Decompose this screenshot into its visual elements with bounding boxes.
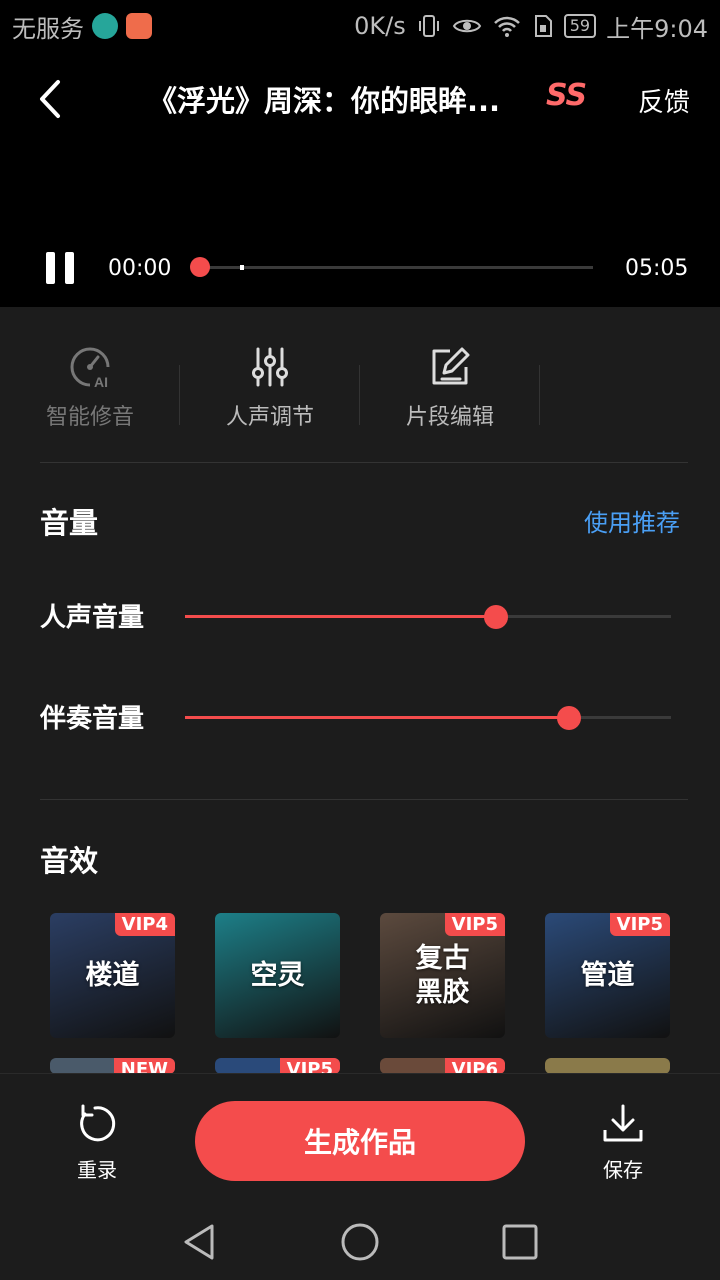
effects-title: 音效 bbox=[40, 844, 99, 878]
tool-vocal-adjust[interactable]: 人声调节 bbox=[180, 345, 360, 435]
generate-work-button[interactable]: 生成作品 bbox=[195, 1101, 525, 1181]
carrier-text: 无服务 bbox=[12, 14, 84, 43]
wifi-icon bbox=[493, 16, 520, 37]
tool-label: 片段编辑 bbox=[405, 405, 494, 430]
clock: 上午9:04 bbox=[606, 14, 708, 43]
equalizer-icon bbox=[252, 347, 288, 387]
effect-tile[interactable]: VIP6 bbox=[380, 1058, 505, 1074]
volume-title: 音量 bbox=[40, 506, 99, 540]
download-icon bbox=[603, 1104, 643, 1142]
vocal-volume-track[interactable] bbox=[185, 605, 671, 629]
pause-button[interactable] bbox=[46, 252, 74, 284]
effect-tile[interactable]: 楼道 VIP4 bbox=[50, 913, 175, 1038]
svg-text:AI: AI bbox=[94, 374, 108, 389]
top-header: 《浮光》周深：你的眼眸... SS 反馈 bbox=[0, 52, 720, 147]
status-bar: 无服务 0K/s 59 上午9:04 bbox=[0, 0, 720, 52]
nav-back-icon[interactable] bbox=[180, 1222, 220, 1262]
effect-tile[interactable] bbox=[545, 1058, 670, 1074]
refresh-icon bbox=[80, 1104, 116, 1142]
audio-player: 00:00 05:05 bbox=[0, 240, 720, 306]
progress-buffer bbox=[240, 265, 244, 270]
vocal-volume-slider: 人声音量 bbox=[40, 595, 680, 635]
ss-badge: SS bbox=[546, 78, 587, 113]
accompaniment-volume-fill bbox=[185, 716, 569, 719]
tool-clip-edit[interactable]: 片段编辑 bbox=[360, 345, 540, 435]
new-badge: NEW bbox=[113, 1058, 175, 1074]
rerecord-button[interactable]: 重录 bbox=[52, 1102, 142, 1183]
app-notification-icon bbox=[92, 13, 118, 39]
eye-icon bbox=[452, 19, 481, 33]
battery-indicator: 59 bbox=[563, 14, 597, 38]
total-time: 05:05 bbox=[625, 256, 689, 281]
vip-badge: VIP5 bbox=[444, 913, 505, 936]
vocal-volume-thumb[interactable] bbox=[484, 605, 509, 629]
vip-badge: VIP6 bbox=[444, 1058, 505, 1074]
effect-name: 空灵 bbox=[250, 959, 305, 991]
progress-track[interactable] bbox=[190, 257, 593, 277]
save-label: 保存 bbox=[603, 1158, 643, 1182]
use-recommended-button[interactable]: 使用推荐 bbox=[584, 503, 680, 538]
tool-tabs: AI 智能修音 人声调节 片段编辑 bbox=[0, 345, 720, 435]
accompaniment-volume-track[interactable] bbox=[185, 706, 671, 730]
divider bbox=[40, 462, 688, 463]
effect-tile[interactable]: NEW bbox=[50, 1058, 175, 1074]
edit-icon bbox=[432, 347, 470, 385]
tool-separator bbox=[539, 365, 540, 425]
nav-home-icon[interactable] bbox=[340, 1222, 380, 1262]
feedback-button[interactable]: 反馈 bbox=[638, 82, 690, 119]
accompaniment-volume-label: 伴奏音量 bbox=[40, 704, 145, 734]
tool-ai-tune[interactable]: AI 智能修音 bbox=[0, 345, 180, 435]
accompaniment-volume-slider: 伴奏音量 bbox=[40, 696, 680, 736]
tool-label: 人声调节 bbox=[225, 405, 314, 430]
bottom-action-bar: 重录 生成作品 保存 bbox=[0, 1073, 720, 1198]
effect-tile[interactable]: 管道 VIP5 bbox=[545, 913, 670, 1038]
effect-tile[interactable]: VIP5 bbox=[215, 1058, 340, 1074]
vip-badge: VIP5 bbox=[609, 913, 670, 936]
rerecord-label: 重录 bbox=[77, 1158, 117, 1182]
accompaniment-volume-thumb[interactable] bbox=[556, 706, 581, 730]
system-nav-bar bbox=[0, 1198, 720, 1280]
network-speed: 0K/s bbox=[354, 12, 406, 40]
vibrate-icon bbox=[418, 15, 439, 37]
nav-recents-icon[interactable] bbox=[500, 1222, 540, 1262]
pause-icon bbox=[46, 252, 55, 284]
app-notification-icon bbox=[126, 13, 152, 39]
song-title: 《浮光》周深：你的眼眸... bbox=[148, 84, 501, 118]
pause-icon bbox=[65, 252, 74, 284]
tool-label: 智能修音 bbox=[45, 405, 134, 430]
vocal-volume-fill bbox=[185, 615, 497, 618]
effect-tile[interactable]: 空灵 bbox=[215, 913, 340, 1038]
vip-badge: VIP4 bbox=[114, 913, 175, 936]
progress-thumb[interactable] bbox=[190, 257, 210, 277]
current-time: 00:00 bbox=[108, 256, 172, 281]
vocal-volume-label: 人声音量 bbox=[40, 603, 145, 633]
ai-tune-icon: AI bbox=[70, 347, 110, 389]
back-arrow-icon[interactable] bbox=[30, 74, 70, 124]
save-button[interactable]: 保存 bbox=[578, 1102, 668, 1183]
sim-icon bbox=[534, 15, 552, 37]
effect-tile[interactable]: 复古 黑胶 VIP5 bbox=[380, 913, 505, 1038]
divider bbox=[40, 799, 688, 800]
vip-badge: VIP5 bbox=[279, 1058, 340, 1074]
